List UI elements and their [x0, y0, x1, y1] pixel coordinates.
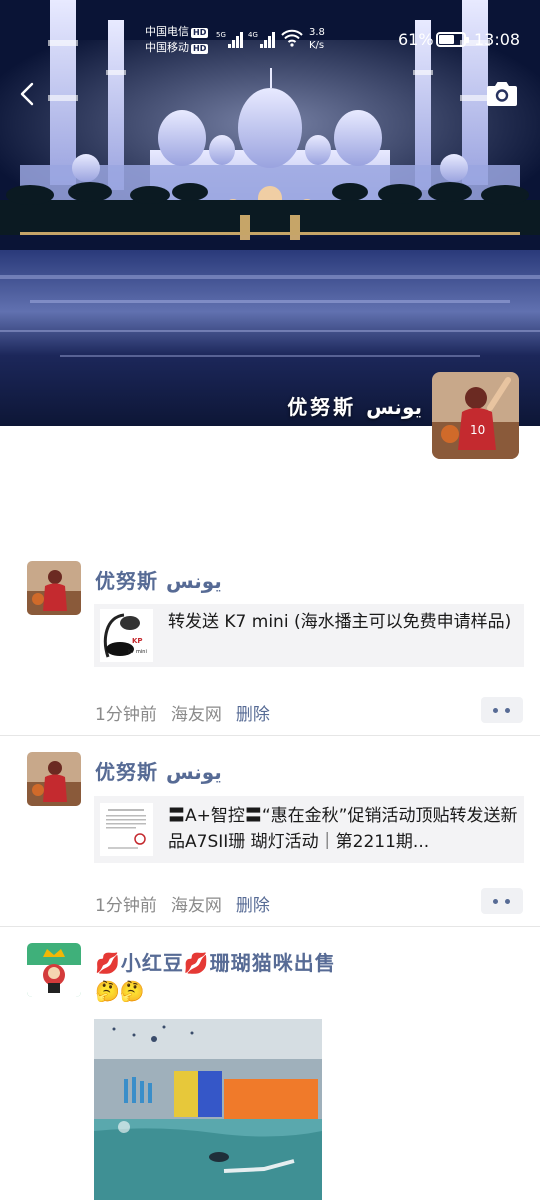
author-name[interactable]: 💋小红豆💋珊瑚猫咪出售 [95, 947, 336, 976]
post-source[interactable]: 海友网 [171, 705, 222, 725]
wifi-icon [281, 29, 303, 47]
carrier-1-label: 中国电信 [145, 25, 189, 38]
post-time: 1分钟前 [95, 896, 157, 916]
author-avatar[interactable] [27, 561, 81, 615]
author-name[interactable]: 优努斯 يونس [95, 756, 222, 785]
divider [0, 735, 540, 736]
network-speed: 3.8 K/s [309, 26, 325, 52]
cover-image[interactable]: 中国电信 HD 中国移动 HD 5G 4G 3.8 K/s 61% 13:08 … [0, 0, 540, 426]
more-actions-button[interactable] [481, 888, 523, 914]
author-avatar[interactable] [27, 943, 81, 997]
basketball-player-avatar [27, 561, 81, 615]
delete-link[interactable]: 删除 [236, 896, 270, 916]
product-lamp-thumbnail: KP K7 mini [100, 609, 153, 662]
signal-4g-icon: 4G [248, 31, 275, 48]
hd-badge: HD [191, 28, 209, 38]
status-bar: 中国电信 HD 中国移动 HD 5G 4G 3.8 K/s 61% 13:08 [0, 20, 540, 60]
share-thumbnail [100, 803, 153, 856]
post-time: 1分钟前 [95, 705, 157, 725]
battery-level [439, 35, 454, 44]
post-meta: 1分钟前 海友网 删除 [95, 891, 284, 916]
speed-unit: K/s [309, 40, 325, 51]
svg-text:4G: 4G [248, 31, 258, 39]
post-source[interactable]: 海友网 [171, 896, 222, 916]
post-text: 🤔🤔 [95, 979, 145, 1003]
profile-avatar[interactable]: 10 [432, 372, 519, 459]
divider [0, 926, 540, 927]
more-actions-button[interactable] [481, 697, 523, 723]
battery-percent: 61% [398, 30, 434, 49]
poster-thumbnail [100, 803, 153, 856]
share-title: 〓A+智控〓“惠在金秋”促销活动顶贴转发送新品A7SII珊 瑚灯活动｜第2211… [168, 806, 518, 852]
post-meta: 1分钟前 海友网 删除 [95, 700, 284, 725]
svg-text:KP: KP [132, 637, 143, 645]
share-thumbnail: KP K7 mini [100, 609, 153, 662]
shared-link-card[interactable]: KP K7 mini 转发送 K7 mini (海水播主可以免费申请样品) [94, 604, 524, 667]
shared-link-card[interactable]: 〓A+智控〓“惠在金秋”促销活动顶贴转发送新品A7SII珊 瑚灯活动｜第2211… [94, 796, 524, 863]
share-title: 转发送 K7 mini (海水播主可以免费申请样品) [168, 612, 512, 632]
author-name[interactable]: 优努斯 يونس [95, 565, 222, 594]
thumb-label: K7 mini [128, 649, 147, 655]
svg-text:10: 10 [470, 423, 485, 437]
crown-character-avatar [27, 943, 81, 997]
camera-icon[interactable] [484, 80, 520, 110]
moments-page: 中国电信 HD 中国移动 HD 5G 4G 3.8 K/s 61% 13:08 … [0, 0, 540, 1200]
hd-badge: HD [191, 44, 209, 54]
carrier-2-label: 中国移动 [145, 41, 189, 54]
swimming-pool-photo [94, 1019, 322, 1200]
mosque-scene-illustration [0, 0, 540, 426]
signal-5g-icon: 5G [216, 31, 243, 48]
cover-username: 优努斯 يونس [287, 395, 422, 419]
svg-text:5G: 5G [216, 31, 226, 39]
speed-value: 3.8 [309, 27, 325, 38]
basketball-player-avatar [27, 752, 81, 806]
clock: 13:08 [474, 30, 521, 49]
post-image[interactable] [94, 1019, 322, 1200]
carrier-info: 中国电信 HD 中国移动 HD [145, 24, 209, 56]
author-avatar[interactable] [27, 752, 81, 806]
delete-link[interactable]: 删除 [236, 705, 270, 725]
battery-icon [436, 32, 469, 47]
basketball-player-avatar: 10 [432, 372, 519, 459]
chevron-left-icon[interactable] [12, 78, 44, 110]
